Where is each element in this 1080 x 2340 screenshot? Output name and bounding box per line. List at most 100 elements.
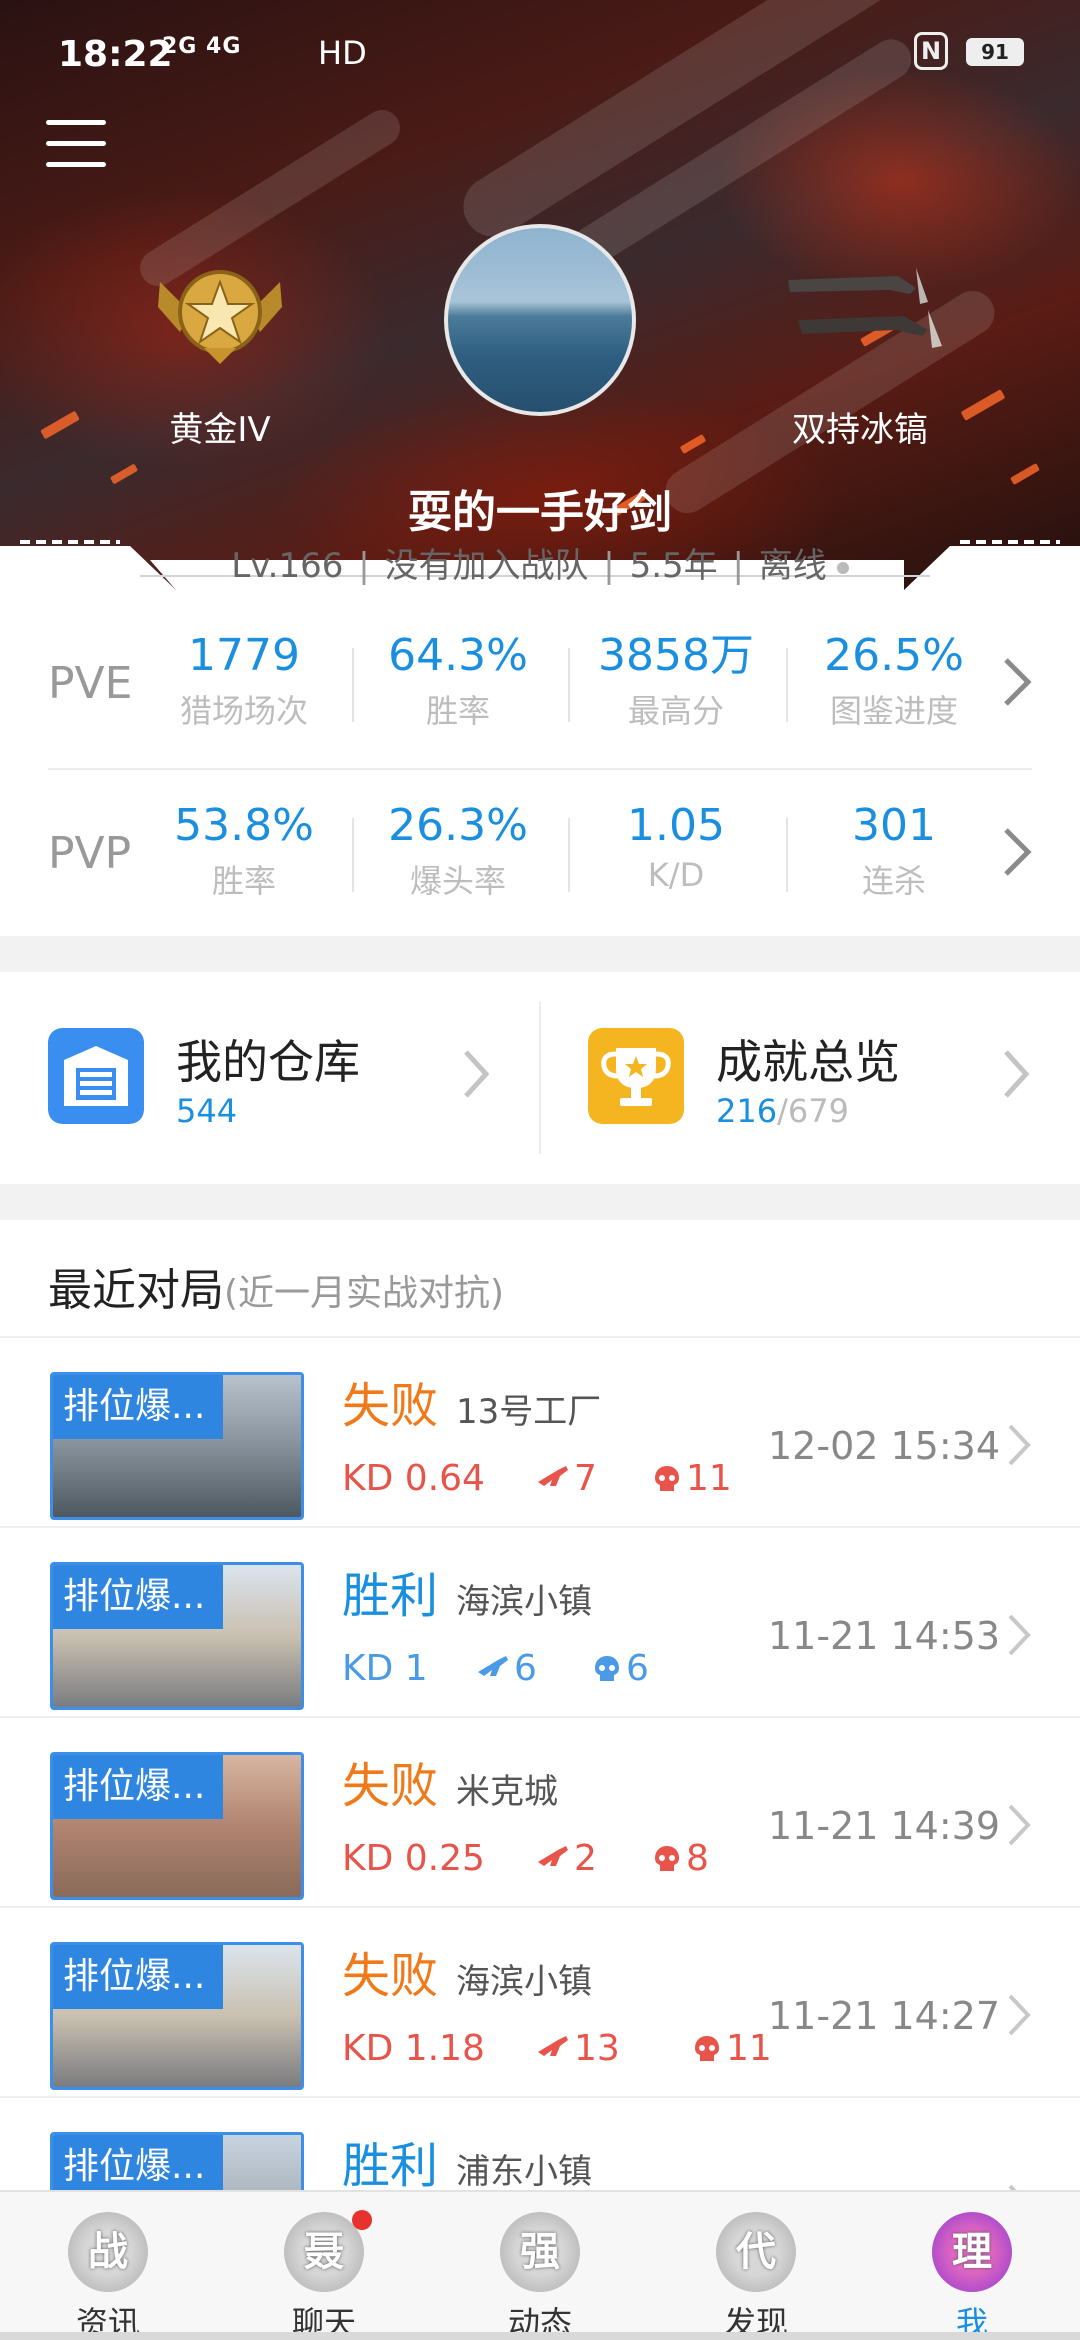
match-map-thumbnail: 排位爆... [50,1752,304,1900]
chevron-right-icon[interactable] [996,652,1036,712]
stat-value: 1.05 [627,800,725,851]
achievements-title: 成就总览 [716,1035,900,1089]
nickname: 耍的一手好剑 [408,487,672,538]
chevron-right-icon [1008,1994,1031,2036]
skull-icon [595,1656,619,1681]
tab-news[interactable]: 战 资讯 [0,2206,216,2340]
match-mode-tag: 排位爆... [53,1945,223,2009]
section-gap [0,936,1080,972]
match-map-name: 米克城 [456,1772,558,1812]
match-deaths: 11 [692,2028,772,2069]
menu-icon-line [46,162,106,167]
info-separator: | [358,546,370,586]
online-status: 离线 [758,546,827,586]
recent-title: 最近对局(近一月实战对抗) [48,1254,504,1318]
notification-dot [352,2210,372,2230]
warehouse-title: 我的仓库 [176,1035,360,1089]
match-result: 失败 [342,1378,439,1434]
match-result: 失败 [342,1758,439,1814]
achievements-total: /679 [777,1092,849,1130]
match-kills: 13 [536,2028,620,2069]
ice-axe-weapon-icon[interactable] [778,258,948,358]
divider [352,648,354,722]
divider [352,818,354,892]
tab-discover[interactable]: 代 发现 [648,2206,864,2340]
menu-icon [46,120,106,125]
match-map-thumbnail: 排位爆... [50,1942,304,2090]
level: Lv.166 [231,546,344,586]
divider [568,818,570,892]
skull-icon [655,1466,679,1491]
online-status-dot [836,561,849,574]
warehouse-count: 544 [176,1092,238,1130]
match-time: 12-02 15:34 [768,1424,1001,1468]
hd-icon: HD [318,34,367,72]
deaths-count: 8 [686,1838,709,1879]
battery-icon: 91 [966,38,1024,66]
warehouse-card[interactable]: 我的仓库 544 [0,972,540,1184]
recent-title-text: 最近对局 [48,1265,224,1316]
kills-count: 6 [514,1648,537,1689]
home-indicator [0,2332,1080,2340]
match-map-name: 13号工厂 [456,1392,602,1432]
weapon-label: 双持冰镐 [792,410,928,450]
match-kills: 2 [536,1838,597,1879]
tenure: 5.5年 [629,546,718,586]
pvp-mode-label: PVP [48,828,132,879]
news-tab-icon: 战 [68,2212,148,2292]
avatar[interactable] [444,224,636,416]
stat-label: 连杀 [861,862,926,901]
gun-icon [538,2036,568,2056]
profile-info: Lv.166 | 没有加入战队 | 5.5年 | 离线 [0,538,1080,587]
warehouse-icon [48,1028,144,1124]
match-row[interactable]: 排位爆... 胜利 海滨小镇 KD 1 6 6 11-21 14:53 [0,1528,1080,1718]
match-map-name: 海滨小镇 [456,1582,592,1622]
pve-stats-row[interactable]: PVE 1779 猎场场次 64.3% 胜率 3858万 最高分 26.5% 图鉴进度 [0,590,1080,758]
bottom-tab-bar: 战 资讯 聂 聊天 强 动态 代 发现 理 我 [0,2190,1080,2340]
stat-value: 53.8% [174,800,314,851]
skull-icon [695,2036,719,2061]
match-row[interactable]: 排位爆... 失败 13号工厂 KD 0.64 7 11 12-02 15:34 [0,1338,1080,1528]
stat-label: 胜率 [425,692,490,731]
chevron-right-icon [1008,1614,1031,1656]
match-mode-tag: 排位爆... [53,1375,223,1439]
menu-icon-line [46,141,106,146]
match-mode-tag: 排位爆... [53,1565,223,1629]
match-row[interactable]: 排位爆... 失败 米克城 KD 0.25 2 8 11-21 14:39 [0,1718,1080,1908]
info-separator: | [603,546,615,586]
match-map-name: 海滨小镇 [456,1962,592,2002]
pvp-stat: 301 连杀 [794,801,994,902]
pvp-stats-row[interactable]: PVP 53.8% 胜率 26.3% 爆头率 1.05 K/D 301 连杀 [0,760,1080,928]
stat-value: 64.3% [388,630,528,681]
pve-mode-label: PVE [48,658,133,709]
stat-label: 爆头率 [409,862,506,901]
recent-matches: 最近对局(近一月实战对抗) 排位爆... 失败 13号工厂 KD 0.64 7 11 12-… [0,1220,1080,2220]
gold-rank-badge-icon[interactable] [150,252,290,372]
skull-icon [655,1846,679,1871]
gun-icon [538,1846,568,1866]
info-separator: | [732,546,744,586]
pvp-stat: 1.05 K/D [576,800,776,895]
match-row[interactable]: 排位爆... 失败 海滨小镇 KD 1.18 13 11 11-21 14:27 [0,1908,1080,2098]
menu-button[interactable] [46,120,106,172]
pvp-stat: 53.8% 胜率 [144,800,344,902]
rank-label: 黄金IV [169,410,271,450]
tab-chat[interactable]: 聂 聊天 [216,2206,432,2340]
nfc-icon: N [914,32,948,70]
signal-icon: 2G 4G [162,34,242,59]
gun-icon [538,1466,568,1486]
match-deaths: 11 [652,1458,732,1499]
pve-stat: 64.3% 胜率 [358,630,558,732]
kills-count: 2 [574,1838,597,1879]
achievements-done: 216 [716,1092,778,1130]
stat-label: 猎场场次 [179,692,308,731]
stat-label: K/D [647,856,705,895]
stat-label: 图鉴进度 [829,692,958,731]
achievements-card[interactable]: 成就总览 216/679 [540,972,1080,1184]
match-result: 失败 [342,1948,439,2004]
stat-value: 26.5% [824,630,964,681]
chevron-right-icon[interactable] [996,822,1036,882]
gun-icon [478,1656,508,1676]
tab-me[interactable]: 理 我 [864,2206,1080,2340]
tab-feed[interactable]: 强 动态 [432,2206,648,2340]
